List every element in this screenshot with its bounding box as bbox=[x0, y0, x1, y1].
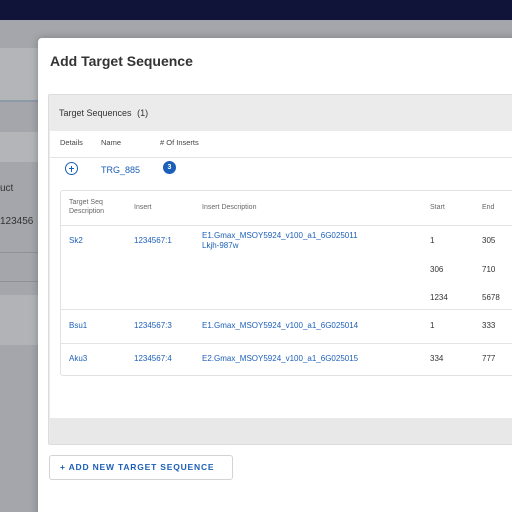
inner-header-insert-description: Insert Description bbox=[202, 204, 257, 211]
panel-title: Target Sequences bbox=[59, 108, 132, 118]
range-start: 1234 bbox=[430, 293, 448, 302]
inner-header-insert: Insert bbox=[134, 204, 152, 211]
header-divider bbox=[50, 157, 512, 158]
panel-header: Target Sequences (1) bbox=[59, 108, 151, 118]
panel-body: Details Name # Of Inserts TRG_885 3 Targ… bbox=[50, 131, 512, 418]
range-end: 5678 bbox=[482, 293, 500, 302]
range-end: 305 bbox=[482, 236, 496, 245]
row-divider bbox=[61, 309, 512, 310]
insert-link[interactable]: 1234567:1 bbox=[134, 236, 172, 246]
inner-header-line: Target Seq bbox=[69, 199, 103, 206]
row-divider bbox=[61, 343, 512, 344]
range-end: 333 bbox=[482, 321, 496, 330]
target-link[interactable]: Bsu1 bbox=[69, 321, 87, 331]
insert-description-link[interactable]: E1.Gmax_MSOY5924_v100_a1_6G025011 Lkjh-9… bbox=[202, 231, 358, 251]
inner-header-divider bbox=[61, 225, 512, 226]
inner-header-target-seq: Target Seq Description bbox=[69, 198, 104, 216]
range-start: 306 bbox=[430, 265, 444, 274]
description-line: E1.Gmax_MSOY5924_v100_a1_6G025011 bbox=[202, 231, 358, 240]
target-sequences-panel: Target Sequences (1) Details Name # Of I… bbox=[48, 94, 512, 445]
inner-header-end: End bbox=[482, 204, 495, 211]
background-section bbox=[0, 295, 40, 345]
inner-header-line: Description bbox=[69, 208, 105, 215]
range-start: 1 bbox=[430, 321, 435, 330]
modal-title: Add Target Sequence bbox=[50, 53, 193, 69]
background-tab-strip bbox=[0, 48, 40, 102]
background-text: 123456 bbox=[0, 216, 34, 227]
background-row bbox=[0, 252, 40, 282]
add-new-target-sequence-button[interactable]: + ADD NEW TARGET SEQUENCE bbox=[49, 455, 233, 480]
insert-description-link[interactable]: E1.Gmax_MSOY5924_v100_a1_6G025014 bbox=[202, 321, 358, 331]
panel-footer bbox=[50, 418, 512, 444]
inserts-table: Target Seq Description Insert Insert Des… bbox=[60, 190, 512, 376]
target-link[interactable]: Sk2 bbox=[69, 236, 83, 246]
background-text: uct bbox=[0, 183, 14, 194]
app-topbar bbox=[0, 0, 512, 20]
range-start: 334 bbox=[430, 354, 444, 363]
insert-link[interactable]: 1234567:3 bbox=[134, 321, 172, 331]
insert-description-link[interactable]: E2.Gmax_MSOY5924_v100_a1_6G025015 bbox=[202, 354, 358, 364]
background-section bbox=[0, 132, 40, 162]
plus-circle-icon[interactable] bbox=[65, 162, 78, 175]
description-line: Lkjh-987w bbox=[202, 241, 239, 250]
column-header-name: Name bbox=[101, 138, 122, 147]
column-header-details: Details bbox=[60, 138, 83, 147]
range-start: 1 bbox=[430, 236, 435, 245]
panel-count: (1) bbox=[137, 108, 149, 118]
target-link[interactable]: Aku3 bbox=[69, 354, 87, 364]
inner-header-start: Start bbox=[430, 204, 445, 211]
add-target-sequence-modal: Add Target Sequence Target Sequences (1)… bbox=[38, 38, 512, 512]
range-end: 710 bbox=[482, 265, 496, 274]
insert-link[interactable]: 1234567:4 bbox=[134, 354, 172, 364]
sequence-name-link[interactable]: TRG_885 bbox=[101, 165, 140, 175]
insert-count-badge: 3 bbox=[163, 161, 176, 174]
range-end: 777 bbox=[482, 354, 496, 363]
column-header-inserts: # Of Inserts bbox=[160, 138, 199, 147]
